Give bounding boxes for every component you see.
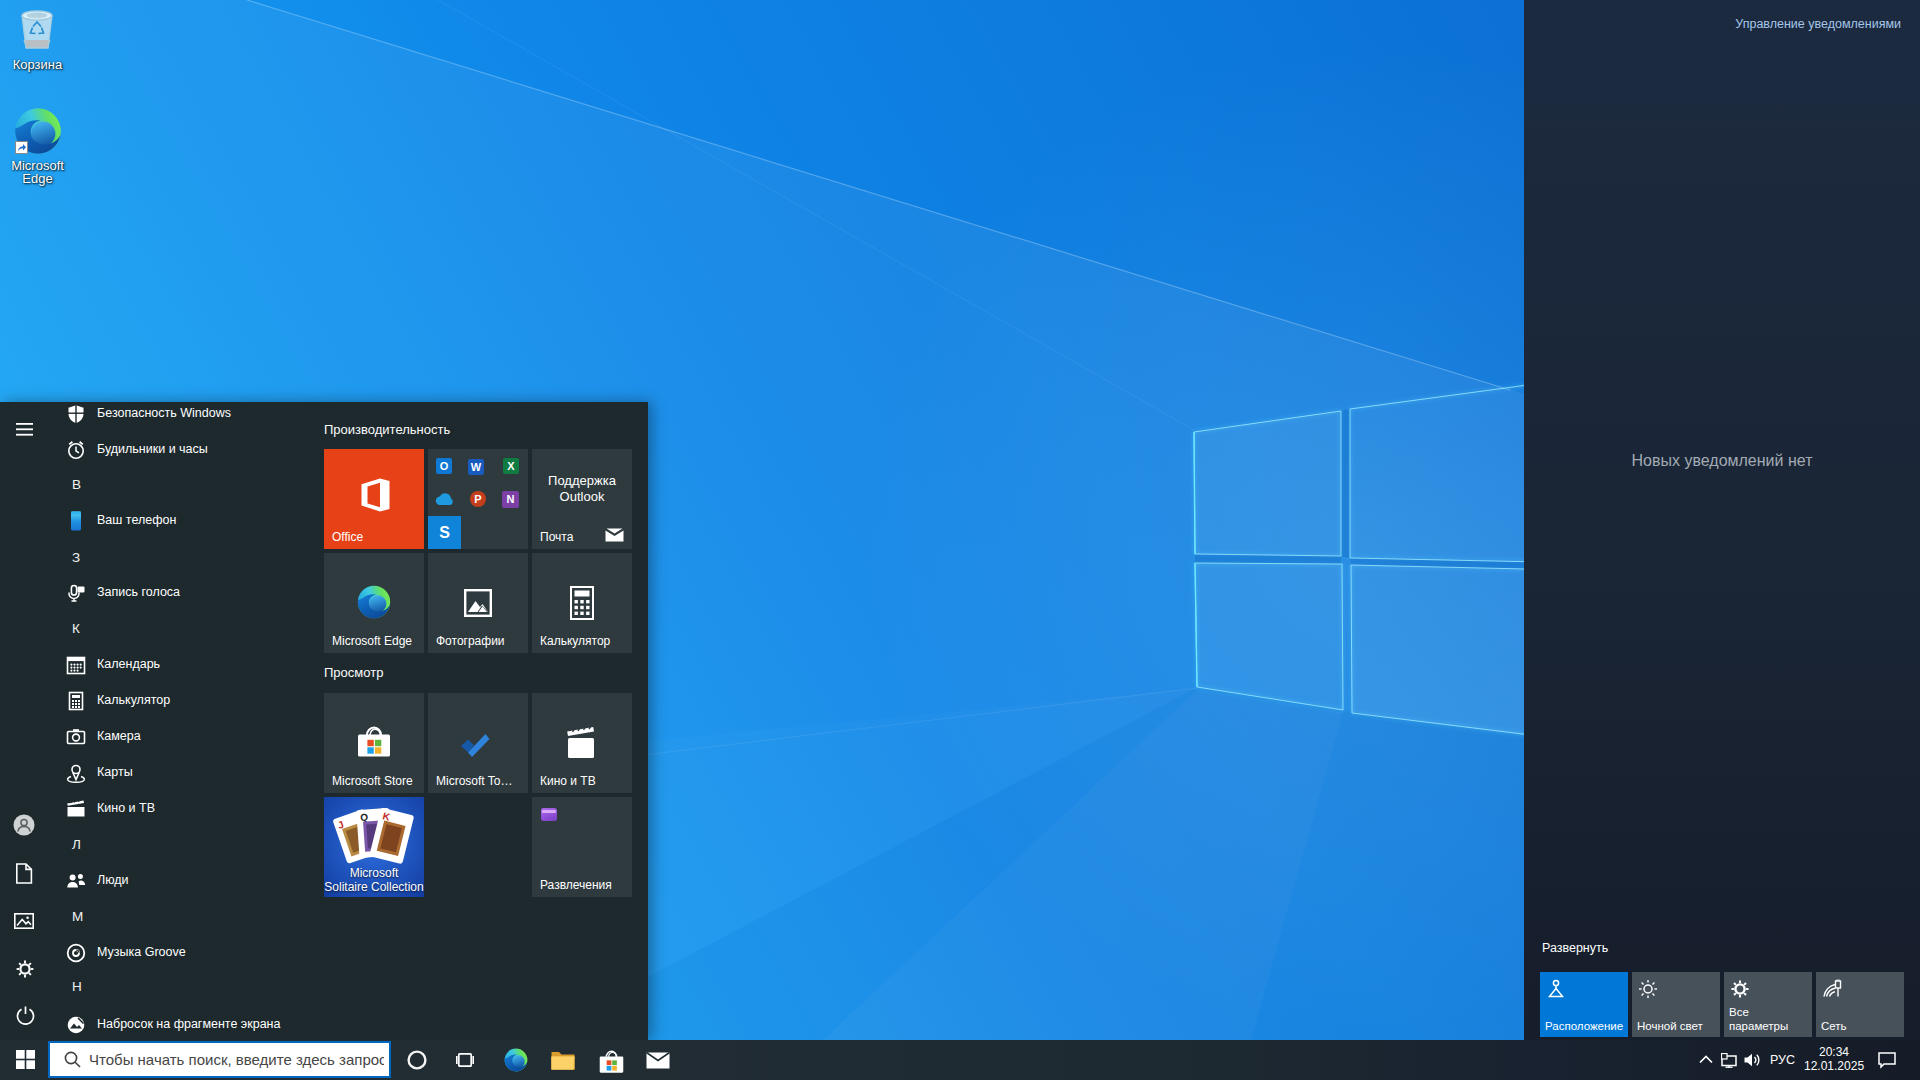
svg-text:Q: Q <box>360 811 369 823</box>
